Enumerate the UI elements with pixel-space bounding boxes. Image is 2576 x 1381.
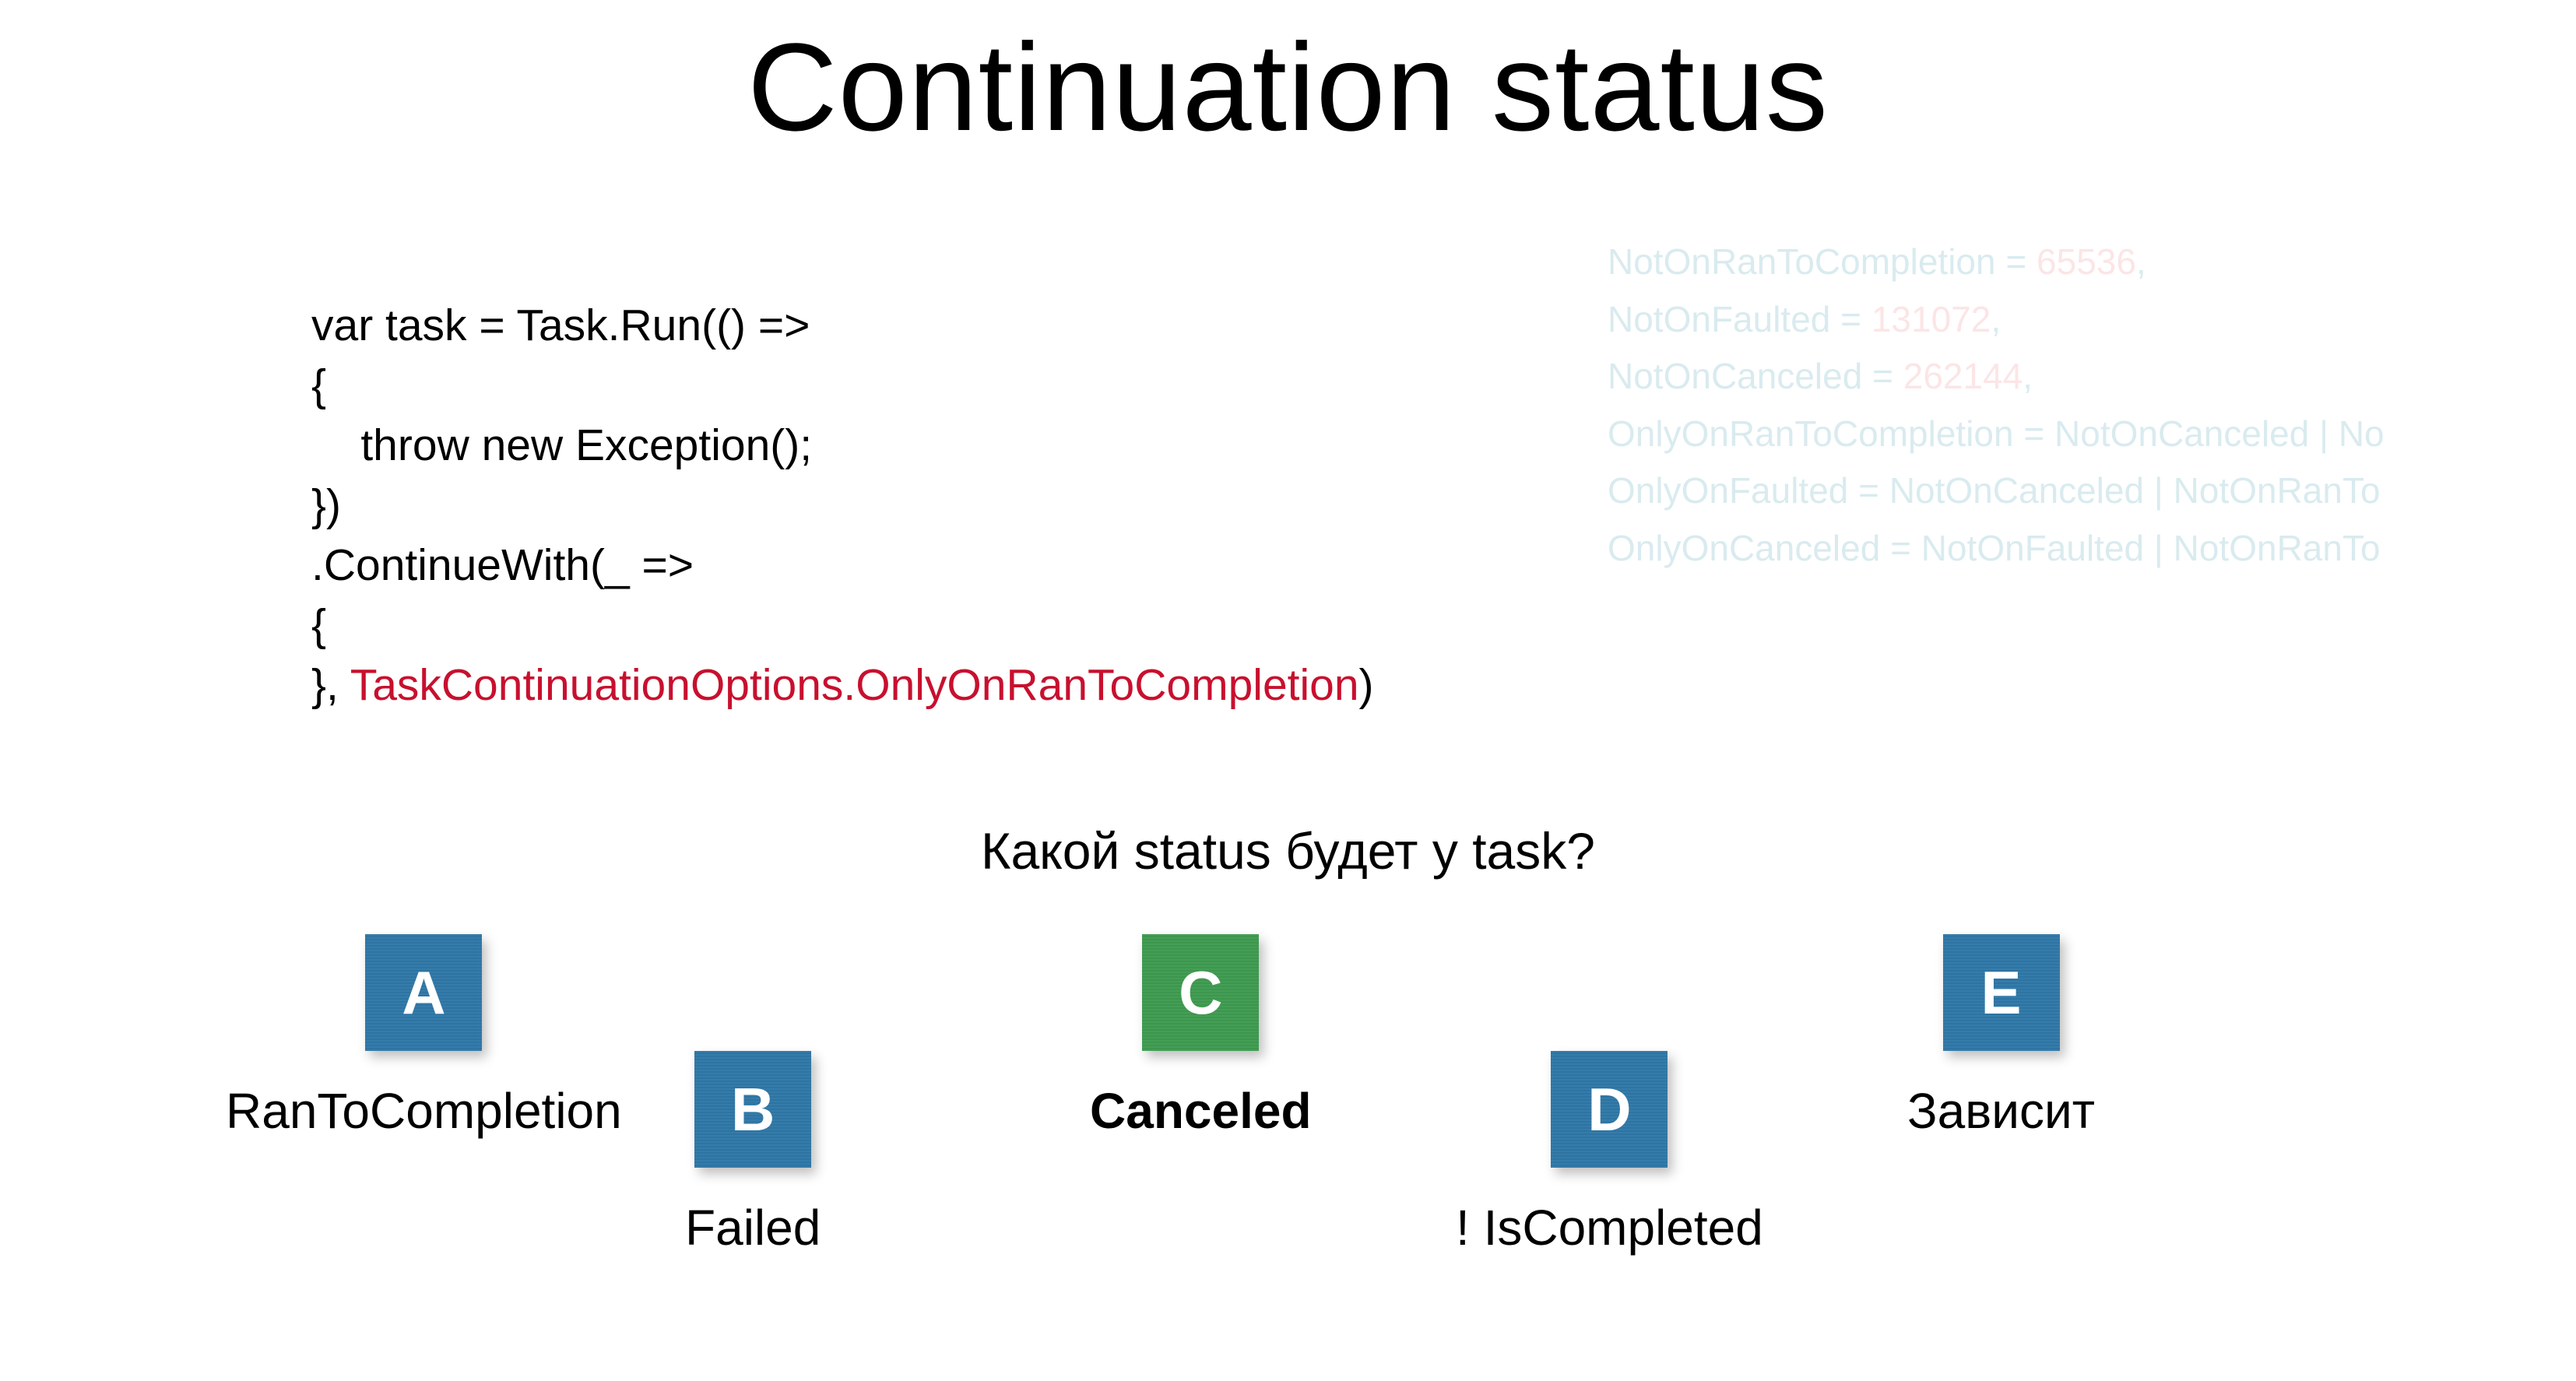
option-b-box: B: [694, 1051, 811, 1168]
option-a-label: RanToCompletion: [226, 1082, 622, 1140]
enum-line-2: NotOnFaulted = 131072,: [1608, 291, 2384, 349]
code-line-7-prefix: },: [311, 660, 350, 710]
enum-key: OnlyOnCanceled: [1608, 528, 1880, 568]
question-text: Какой status будет у task?: [0, 821, 2576, 880]
enum-comma: ,: [1991, 299, 2001, 339]
options-row: A RanToCompletion B Failed C Canceled D …: [0, 934, 2576, 1362]
option-e: E Зависит: [1907, 934, 2095, 1140]
enum-key: NotOnCanceled: [1608, 356, 1862, 396]
option-c-label: Canceled: [1090, 1082, 1312, 1140]
option-e-label: Зависит: [1907, 1082, 2095, 1140]
enum-eq: =: [2014, 413, 2054, 454]
enum-comma: ,: [2022, 356, 2033, 396]
enum-line-4: OnlyOnRanToCompletion = NotOnCanceled | …: [1608, 406, 2384, 463]
enum-key: OnlyOnRanToCompletion: [1608, 413, 2014, 454]
code-line-4: }): [311, 480, 341, 530]
code-line-7-highlight: TaskContinuationOptions.OnlyOnRanToCompl…: [350, 660, 1359, 710]
enum-val: NotOnCanceled | NotOnRanTo: [1889, 470, 2381, 511]
enum-eq: =: [1848, 470, 1889, 511]
option-d-box: D: [1551, 1051, 1668, 1168]
enum-val: 65536: [2037, 241, 2136, 282]
enum-comma: ,: [2136, 241, 2146, 282]
slide: Continuation status var task = Task.Run(…: [0, 0, 2576, 1381]
enum-val: NotOnCanceled | No: [2054, 413, 2384, 454]
code-line-6: {: [311, 600, 326, 650]
code-line-3: throw new Exception();: [311, 420, 812, 470]
code-line-5: .ContinueWith(_ =>: [311, 540, 694, 590]
enum-line-3: NotOnCanceled = 262144,: [1608, 348, 2384, 406]
enum-eq: =: [1880, 528, 1921, 568]
option-b: B Failed: [685, 1051, 821, 1256]
enum-eq: =: [1830, 299, 1871, 339]
enum-eq: =: [1996, 241, 2037, 282]
enum-key: NotOnRanToCompletion: [1608, 241, 1996, 282]
code-block: var task = Task.Run(() => { throw new Ex…: [311, 296, 1374, 715]
slide-title: Continuation status: [0, 16, 2576, 159]
option-d: D ! IsCompleted: [1456, 1051, 1763, 1256]
enum-line-6: OnlyOnCanceled = NotOnFaulted | NotOnRan…: [1608, 520, 2384, 578]
enum-block: NotOnRanToCompletion = 65536, NotOnFault…: [1608, 234, 2384, 578]
enum-val: NotOnFaulted | NotOnRanTo: [1921, 528, 2381, 568]
code-line-1: var task = Task.Run(() =>: [311, 300, 810, 350]
option-e-box: E: [1943, 934, 2060, 1051]
enum-key: OnlyOnFaulted: [1608, 470, 1848, 511]
option-a-box: A: [365, 934, 482, 1051]
enum-eq: =: [1862, 356, 1903, 396]
option-d-label: ! IsCompleted: [1456, 1199, 1763, 1256]
code-line-7-suffix: ): [1359, 660, 1374, 710]
enum-line-5: OnlyOnFaulted = NotOnCanceled | NotOnRan…: [1608, 462, 2384, 520]
option-a: A RanToCompletion: [226, 934, 622, 1140]
option-c-box: C: [1142, 934, 1259, 1051]
option-c: C Canceled: [1090, 934, 1312, 1140]
enum-line-1: NotOnRanToCompletion = 65536,: [1608, 234, 2384, 291]
enum-key: NotOnFaulted: [1608, 299, 1830, 339]
code-line-2: {: [311, 360, 326, 410]
enum-val: 262144: [1903, 356, 2023, 396]
option-b-label: Failed: [685, 1199, 821, 1256]
enum-val: 131072: [1871, 299, 1991, 339]
